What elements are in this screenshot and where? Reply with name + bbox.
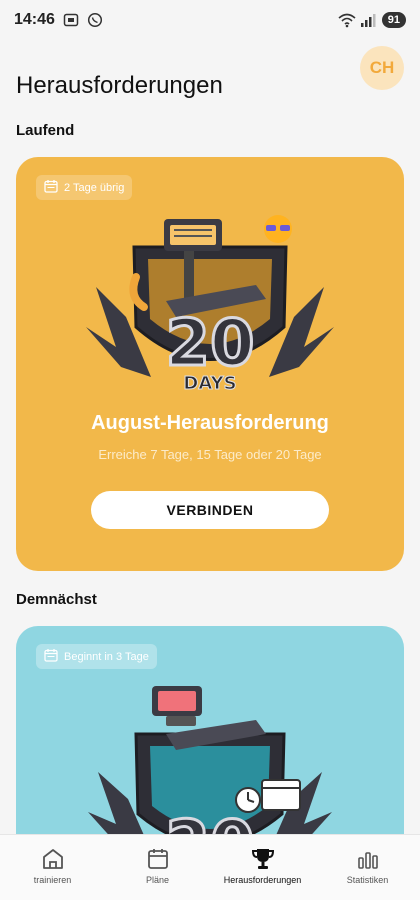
status-right: 91 xyxy=(338,12,406,28)
challenge-card-ongoing[interactable]: 2 Tage übrig 20 DAYS August-Herausforder… xyxy=(16,157,404,571)
tab-label: Pläne xyxy=(145,875,170,885)
calendar-icon xyxy=(145,847,171,871)
badge-number: 20 xyxy=(165,307,254,381)
status-bar: 14:46 91 xyxy=(0,0,420,40)
badge-text: 2 Tage übrig xyxy=(64,181,125,194)
tab-label: Herausforderungen xyxy=(223,875,302,885)
tab-label: trainieren xyxy=(33,875,72,885)
tab-label: Statistiken xyxy=(346,875,389,885)
bar-chart-icon xyxy=(355,847,381,871)
header: Herausforderungen CH xyxy=(0,44,420,104)
screenshot-icon xyxy=(63,12,79,28)
wifi-icon xyxy=(338,12,356,28)
badge-text: Beginnt in 3 Tage xyxy=(64,650,149,663)
status-time: 14:46 xyxy=(14,11,55,28)
days-left-badge: 2 Tage übrig xyxy=(36,175,133,200)
bottom-tab-bar: trainieren Pläne Herausforderungen Stati… xyxy=(0,834,420,900)
starts-in-badge: Beginnt in 3 Tage xyxy=(36,644,157,669)
status-left: 14:46 xyxy=(14,11,103,29)
challenge-subtitle: Erreiche 7 Tage, 15 Tage oder 20 Tage xyxy=(98,447,322,462)
tab-plans[interactable]: Pläne xyxy=(105,835,210,900)
tab-train[interactable]: trainieren xyxy=(0,835,105,900)
badge-unit: DAYS xyxy=(183,373,236,394)
tab-challenges[interactable]: Herausforderungen xyxy=(210,835,315,900)
treadmill-badge-illustration: 20 DAYS xyxy=(16,207,404,407)
section-title-ongoing: Laufend xyxy=(16,122,75,139)
calendar-icon xyxy=(44,179,58,196)
page-title: Herausforderungen xyxy=(16,72,223,99)
home-icon xyxy=(40,847,66,871)
section-title-upcoming: Demnächst xyxy=(16,591,97,608)
challenge-card-upcoming[interactable]: Beginnt in 3 Tage 20 xyxy=(16,626,404,866)
avatar[interactable]: CH xyxy=(360,46,404,90)
battery-indicator: 91 xyxy=(381,12,406,28)
trophy-icon xyxy=(250,847,276,871)
signal-icon xyxy=(360,12,376,28)
tab-statistics[interactable]: Statistiken xyxy=(315,835,420,900)
challenge-title: August-Herausforderung xyxy=(91,412,329,434)
join-button[interactable]: VERBINDEN xyxy=(91,491,329,529)
whatsapp-icon xyxy=(87,12,103,28)
calendar-icon xyxy=(44,648,58,665)
